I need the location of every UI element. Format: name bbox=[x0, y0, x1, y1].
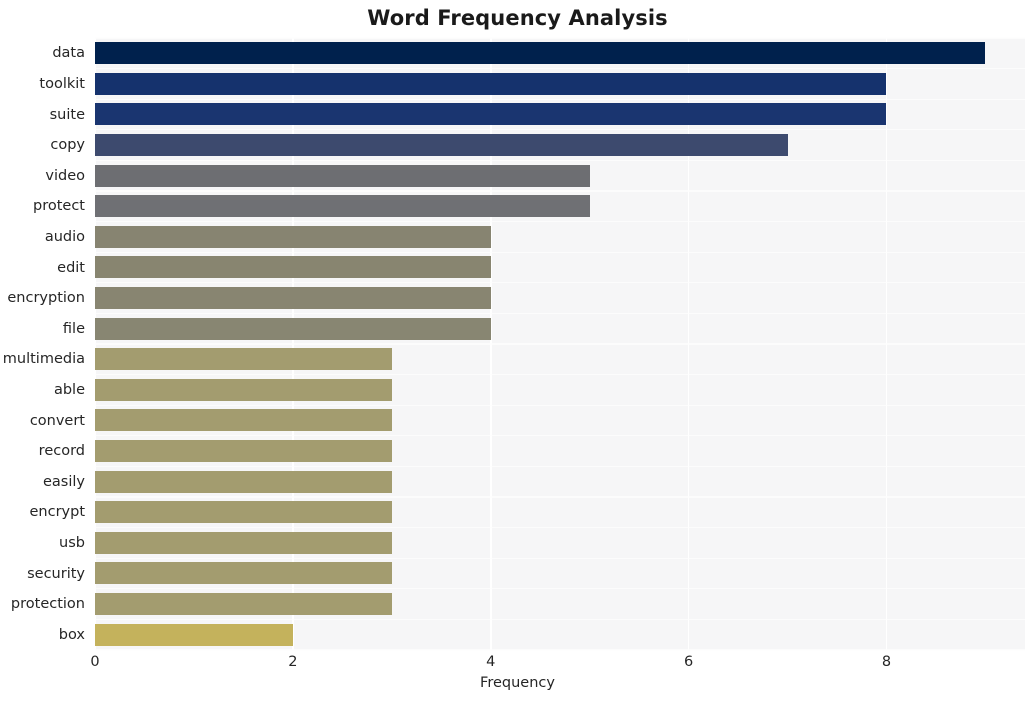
bar-row bbox=[95, 38, 1025, 69]
bar-row bbox=[95, 528, 1025, 559]
x-axis-title: Frequency bbox=[480, 675, 555, 691]
bar-edit bbox=[95, 256, 491, 279]
bar-easily bbox=[95, 470, 392, 493]
y-tick-label-suite: suite bbox=[49, 106, 85, 123]
y-tick-label-record: record bbox=[38, 443, 85, 460]
x-tick-label-4: 4 bbox=[486, 654, 496, 670]
bar-row bbox=[95, 405, 1025, 436]
bar-row bbox=[95, 558, 1025, 589]
y-tick-label-data: data bbox=[52, 45, 85, 62]
bar-copy bbox=[95, 134, 788, 157]
bar-row bbox=[95, 252, 1025, 283]
bar-row bbox=[95, 375, 1025, 406]
y-tick-label-audio: audio bbox=[44, 228, 85, 245]
y-tick-label-box: box bbox=[58, 626, 85, 643]
bar-file bbox=[95, 317, 491, 340]
bar-protection bbox=[95, 593, 392, 616]
bar-encrypt bbox=[95, 501, 392, 524]
bar-protect bbox=[95, 195, 590, 218]
bar-suite bbox=[95, 103, 887, 126]
y-tick-label-copy: copy bbox=[50, 137, 85, 154]
y-tick-label-encryption: encryption bbox=[7, 290, 85, 307]
bar-row bbox=[95, 130, 1025, 161]
bar-data bbox=[95, 42, 986, 65]
bar-row bbox=[95, 589, 1025, 620]
bar-row bbox=[95, 619, 1025, 650]
bar-audio bbox=[95, 225, 491, 248]
bar-able bbox=[95, 378, 392, 401]
bar-row bbox=[95, 283, 1025, 314]
y-tick-label-edit: edit bbox=[57, 259, 85, 276]
y-tick-label-encrypt: encrypt bbox=[29, 504, 85, 521]
y-tick-label-toolkit: toolkit bbox=[39, 75, 85, 92]
bar-video bbox=[95, 164, 590, 187]
y-tick-label-convert: convert bbox=[29, 412, 85, 429]
bar-row bbox=[95, 313, 1025, 344]
bar-usb bbox=[95, 531, 392, 554]
x-tick-label-8: 8 bbox=[881, 654, 892, 670]
bar-encryption bbox=[95, 287, 491, 310]
bar-row bbox=[95, 99, 1025, 130]
bar-toolkit bbox=[95, 72, 887, 95]
bar-row bbox=[95, 222, 1025, 253]
y-tick-label-multimedia: multimedia bbox=[2, 351, 85, 368]
y-tick-label-security: security bbox=[27, 565, 85, 582]
bar-row bbox=[95, 69, 1025, 100]
bar-box bbox=[95, 623, 293, 646]
bar-row bbox=[95, 466, 1025, 497]
y-tick-label-video: video bbox=[45, 167, 85, 184]
y-tick-label-protect: protect bbox=[33, 198, 85, 215]
x-tick-label-0: 0 bbox=[90, 654, 100, 670]
y-tick-label-file: file bbox=[62, 320, 85, 337]
chart-title: Word Frequency Analysis bbox=[367, 6, 668, 30]
y-tick-label-easily: easily bbox=[43, 473, 85, 490]
bar-convert bbox=[95, 409, 392, 432]
bar-multimedia bbox=[95, 348, 392, 371]
bar-row bbox=[95, 344, 1025, 375]
y-tick-label-protection: protection bbox=[10, 596, 85, 613]
bar-security bbox=[95, 562, 392, 585]
bar-row bbox=[95, 191, 1025, 222]
x-tick-label-2: 2 bbox=[288, 654, 298, 670]
y-tick-label-usb: usb bbox=[59, 534, 85, 551]
plot-area bbox=[94, 37, 1025, 651]
bar-row bbox=[95, 436, 1025, 467]
bar-row bbox=[95, 160, 1025, 191]
bar-row bbox=[95, 497, 1025, 528]
word-frequency-chart-figure: Word Frequency Analysis data toolkit suite… bbox=[0, 0, 1035, 701]
x-tick-label-6: 6 bbox=[683, 654, 694, 670]
bar-record bbox=[95, 440, 392, 463]
y-tick-label-able: able bbox=[53, 381, 85, 398]
